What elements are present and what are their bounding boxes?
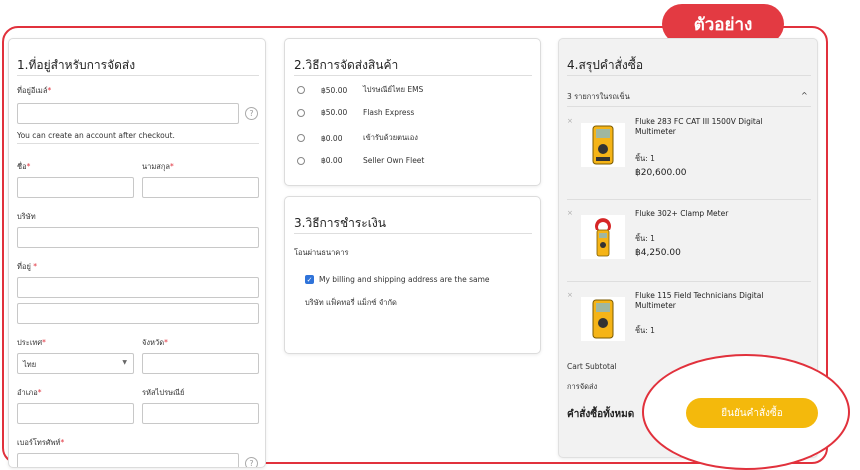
help-icon[interactable]: ? xyxy=(245,107,258,120)
remove-item-icon[interactable]: × xyxy=(567,117,573,125)
shipping-price: ฿0.00 xyxy=(321,156,343,165)
company-label: บริษัท xyxy=(17,212,36,221)
postcode-label: รหัสไปรษณีย์ xyxy=(142,388,185,397)
shipping-option[interactable]: ฿50.00 ไปรษณีย์ไทย EMS xyxy=(297,84,423,96)
summary-section-title: 4.สรุปคำสั่งซื้อ xyxy=(567,58,644,72)
help-icon[interactable]: ? xyxy=(245,457,258,467)
payment-method-panel: 3.วิธีการชำระเงิน โอนผ่านธนาคาร ✓ My bil… xyxy=(284,196,541,354)
subtotal-label: Cart Subtotal xyxy=(567,362,617,371)
item-qty: ชิ้น: 1 xyxy=(635,154,655,163)
firstname-field[interactable] xyxy=(17,177,134,198)
address-section-title: 1.ที่อยู่สำหรับการจัดส่ง xyxy=(17,58,136,72)
shipping-name: Seller Own Fleet xyxy=(363,156,425,165)
divider xyxy=(567,106,811,107)
shipping-name: เข้ารับด้วยตนเอง xyxy=(363,133,418,142)
postcode-field[interactable] xyxy=(142,403,259,424)
country-select[interactable]: ไทย ▼ xyxy=(17,353,134,374)
item-qty: ชิ้น: 1 xyxy=(635,326,655,335)
item-price: ฿20,600.00 xyxy=(635,168,687,178)
account-note: You can create an account after checkout… xyxy=(17,131,175,140)
cart-count[interactable]: 3 รายการในรถเข็น xyxy=(567,91,630,103)
shipping-price: ฿50.00 xyxy=(321,108,348,117)
email-field[interactable] xyxy=(17,103,239,124)
same-address-checkbox[interactable]: ✓ xyxy=(305,275,314,284)
cart-item: × Fluke 283 FC CAT III 1500V Digital Mul… xyxy=(567,117,811,199)
order-total-label: คำสั่งซื้อทั้งหมด xyxy=(567,409,635,420)
country-value: ไทย xyxy=(23,360,37,369)
radio-button[interactable] xyxy=(297,134,305,142)
divider xyxy=(567,199,811,200)
divider xyxy=(567,281,811,282)
product-image xyxy=(581,215,625,259)
divider xyxy=(294,233,532,234)
payment-method-label: โอนผ่านธนาคาร xyxy=(294,248,349,257)
province-label: จังหวัด* xyxy=(142,338,168,347)
item-price: ฿4,250.00 xyxy=(635,248,681,258)
shipping-price: ฿0.00 xyxy=(321,133,343,143)
street-line1-field[interactable] xyxy=(17,277,259,298)
street-line2-field[interactable] xyxy=(17,303,259,324)
district-field[interactable] xyxy=(17,403,134,424)
chevron-down-icon: ▼ xyxy=(122,359,127,366)
payment-section-title: 3.วิธีการชำระเงิน xyxy=(294,216,386,230)
product-image xyxy=(581,297,625,341)
email-label: ที่อยู่อีเมล์* xyxy=(17,86,52,95)
billing-company-name: บริษัท แฟ็คทอรี่ แม็กซ์ จำกัด xyxy=(305,298,397,307)
same-address-label: My billing and shipping address are the … xyxy=(319,275,490,284)
phone-field[interactable] xyxy=(17,453,239,467)
item-name: Fluke 302+ Clamp Meter xyxy=(635,209,729,218)
province-field[interactable] xyxy=(142,353,259,374)
remove-item-icon[interactable]: × xyxy=(567,291,573,299)
divider xyxy=(17,75,259,76)
radio-button[interactable] xyxy=(297,86,305,94)
shipping-option[interactable]: ฿0.00 เข้ารับด้วยตนเอง xyxy=(297,132,418,144)
shipping-option[interactable]: ฿0.00 Seller Own Fleet xyxy=(297,156,424,165)
place-order-button[interactable]: ยืนยันคำสั่งซื้อ xyxy=(686,398,818,428)
shipping-price: ฿50.00 xyxy=(321,85,348,95)
district-label: อำเภอ* xyxy=(17,388,42,397)
radio-button[interactable] xyxy=(297,108,305,117)
company-field[interactable] xyxy=(17,227,259,248)
phone-label: เบอร์โทรศัพท์* xyxy=(17,438,65,447)
country-label: ประเทศ* xyxy=(17,338,46,347)
divider xyxy=(294,75,532,76)
shipping-section-title: 2.วิธีการจัดส่งสินค้า xyxy=(294,58,399,72)
item-qty: ชิ้น: 1 xyxy=(635,234,655,243)
firstname-label: ชื่อ* xyxy=(17,162,31,171)
remove-item-icon[interactable]: × xyxy=(567,209,573,217)
shipping-method-panel: 2.วิธีการจัดส่งสินค้า ฿50.00 ไปรษณีย์ไทย … xyxy=(284,38,541,186)
lastname-label: นามสกุล* xyxy=(142,162,174,171)
shipping-option[interactable]: ฿50.00 Flash Express xyxy=(297,108,414,117)
shipping-name: Flash Express xyxy=(363,108,415,117)
shipping-label: การจัดส่ง xyxy=(567,382,598,391)
item-name: Fluke 283 FC CAT III 1500V Digital Multi… xyxy=(635,117,763,136)
item-name: Fluke 115 Field Technicians Digital Mult… xyxy=(635,291,764,310)
cart-item: × Fluke 302+ Clamp Meter ชิ้น: 1 ฿4,250.… xyxy=(567,209,811,285)
cart-item: × Fluke 115 Field Technicians Digital Mu… xyxy=(567,291,811,353)
radio-button[interactable] xyxy=(297,156,305,165)
product-image xyxy=(581,123,625,167)
shipping-name: ไปรษณีย์ไทย EMS xyxy=(363,85,424,94)
street-label: ที่อยู่ * xyxy=(17,262,37,271)
shipping-address-panel: 1.ที่อยู่สำหรับการจัดส่ง ที่อยู่อีเมล์* … xyxy=(8,38,266,468)
divider xyxy=(567,75,811,76)
lastname-field[interactable] xyxy=(142,177,259,198)
chevron-up-icon[interactable]: ^ xyxy=(801,91,808,100)
divider xyxy=(17,143,259,144)
